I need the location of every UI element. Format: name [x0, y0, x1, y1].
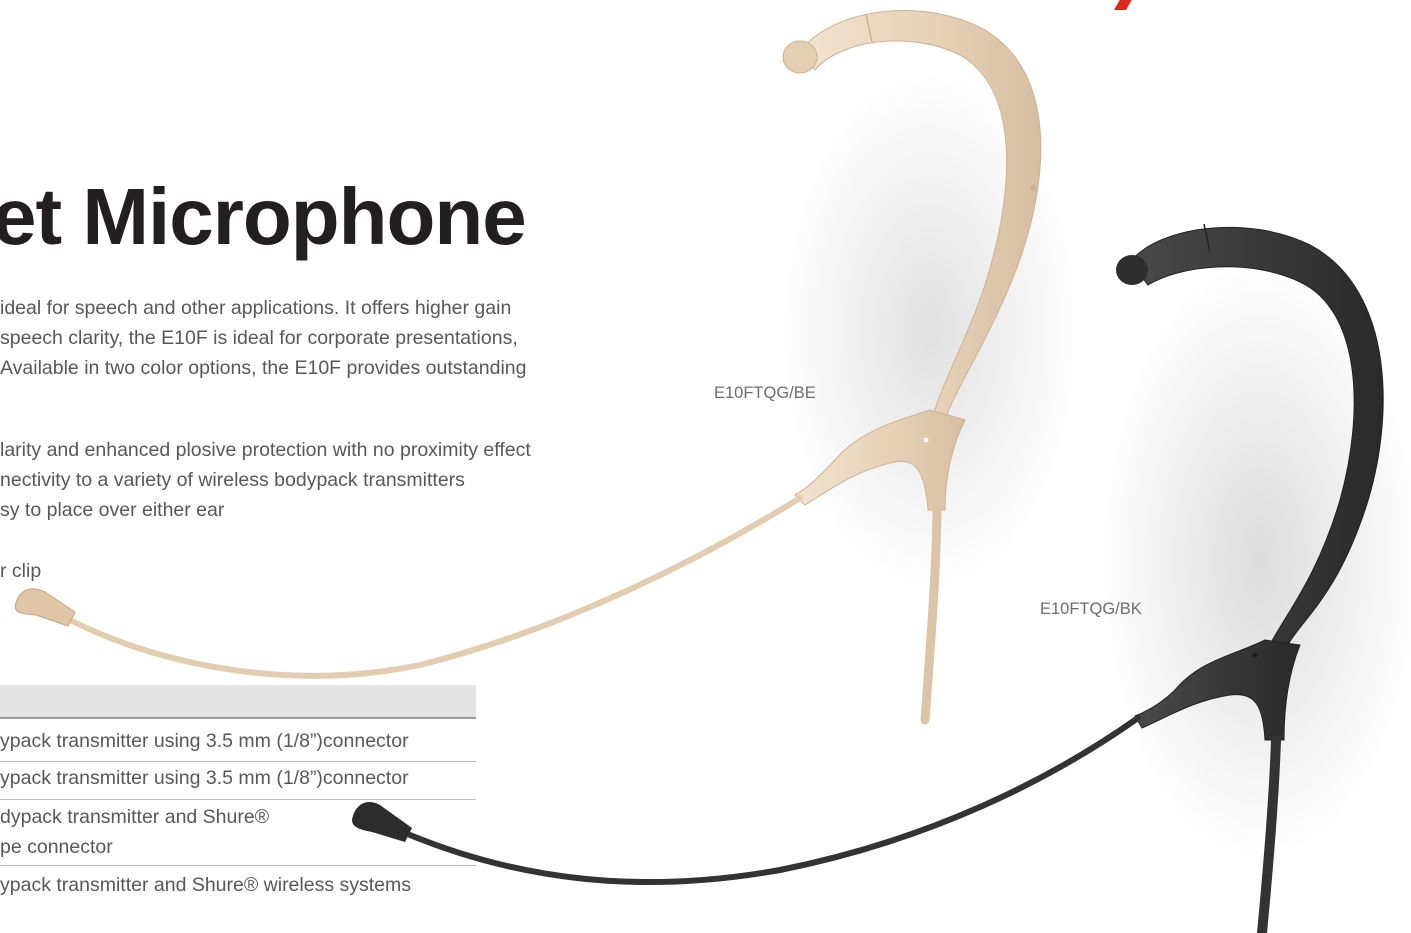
feature-item: nectivity to a variety of wireless bodyp…: [0, 469, 465, 491]
caption-beige-model: E10FTQG/BE: [714, 384, 816, 402]
description-line: ideal for speech and other applications.…: [0, 297, 512, 319]
table-header: [0, 685, 476, 719]
table-cell: ypack transmitter using 3.5 mm (1/8”)con…: [0, 767, 409, 789]
description-line: speech clarity, the E10F is ideal for co…: [0, 327, 518, 349]
row-divider: [0, 865, 476, 866]
description-line: Available in two color options, the E10F…: [0, 357, 527, 379]
feature-list: larity and enhanced plosive protection w…: [0, 435, 531, 525]
table-cell: ypack transmitter and Shure® wireless sy…: [0, 874, 412, 896]
table-row: dypack transmitter and Shure® pe connect…: [0, 802, 476, 862]
row-divider: [0, 799, 476, 800]
table-row: ypack transmitter using 3.5 mm (1/8”)con…: [0, 726, 476, 756]
table-cell: pe connector: [0, 836, 113, 858]
page-title: et Microphone: [0, 172, 527, 261]
feature-item-ear-clip: r clip: [0, 560, 42, 582]
catalog-page: et Microphone ideal for speech and other…: [0, 0, 1411, 933]
feature-item: sy to place over either ear: [0, 499, 225, 521]
table-cell: ypack transmitter using 3.5 mm (1/8”)con…: [0, 730, 409, 752]
caption-black-model: E10FTQG/BK: [1040, 600, 1142, 618]
table-cell: dypack transmitter and Shure®: [0, 806, 270, 828]
table-row: ypack transmitter and Shure® wireless sy…: [0, 870, 476, 900]
table-row: ypack transmitter using 3.5 mm (1/8”)con…: [0, 763, 476, 793]
product-description: ideal for speech and other applications.…: [0, 293, 526, 383]
row-divider: [0, 761, 476, 762]
feature-item: larity and enhanced plosive protection w…: [0, 439, 531, 461]
